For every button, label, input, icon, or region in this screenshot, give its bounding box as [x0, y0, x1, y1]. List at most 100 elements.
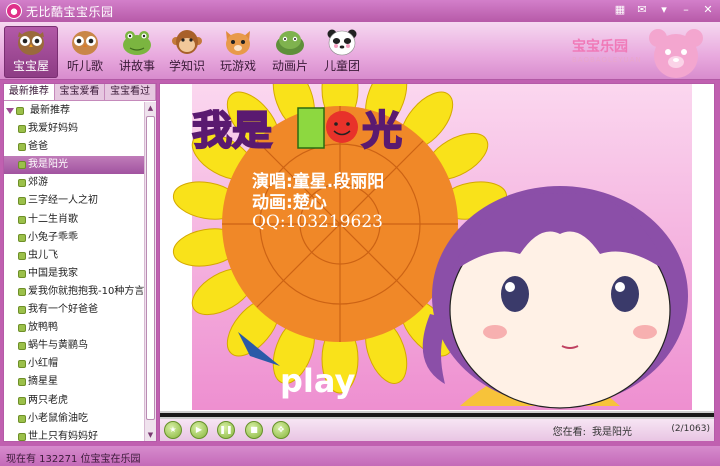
- song-icon: [18, 143, 26, 152]
- turtle-icon: [276, 31, 304, 55]
- nav-item-tinger[interactable]: 听儿歌: [58, 26, 112, 78]
- seek-progress: [160, 413, 714, 417]
- list-item[interactable]: 中国是我家: [4, 265, 144, 283]
- song-icon: [18, 342, 26, 351]
- panda-icon: [327, 29, 357, 56]
- list-item-label: 我是阳光: [28, 159, 68, 171]
- monkey-icon: [172, 30, 202, 54]
- list-group-header[interactable]: 最新推荐: [4, 102, 144, 120]
- list-item-label: 两只老虎: [28, 394, 68, 406]
- brand-subtext: BAOBAOLEYUAN: [572, 56, 642, 64]
- list-item[interactable]: 小老鼠偷油吃: [4, 410, 144, 428]
- window-controls: ▦ ✉ ▾ – ✕: [612, 2, 716, 18]
- seek-bar[interactable]: [160, 411, 714, 419]
- list-item-label: 最新推荐: [30, 105, 70, 116]
- app-logo-icon: [6, 3, 22, 19]
- play-icon[interactable]: ▶: [190, 421, 208, 439]
- list-item[interactable]: 爸爸: [4, 138, 144, 156]
- brand-logo: 宝宝乐园 BAOBAOLEYUAN: [564, 26, 714, 78]
- tab-kanguo[interactable]: 宝宝看过: [105, 84, 157, 100]
- nav-item-ertong[interactable]: 儿童团: [315, 26, 369, 78]
- video-title-b: 光: [362, 108, 402, 154]
- list-item-label: 世上只有妈妈好: [28, 430, 98, 441]
- song-icon: [18, 125, 26, 134]
- list-item[interactable]: 蜗牛与黄鹂鸟: [4, 337, 144, 355]
- list-item-label: 小兔子乖乖: [28, 231, 78, 243]
- qq-number: QQ:103219623: [252, 212, 383, 232]
- nav-item-zhishi[interactable]: 学知识: [160, 26, 214, 78]
- app-title: 无比酷宝宝乐园: [26, 5, 114, 19]
- song-list: 最新推荐我爱好妈妈爸爸我是阳光郊游三字经一人之初十二生肖歌小兔子乖乖虫儿飞中国是…: [4, 102, 144, 441]
- song-icon: [18, 396, 26, 405]
- pause-icon[interactable]: ❚❚: [217, 421, 235, 439]
- play-text[interactable]: play: [280, 362, 355, 400]
- list-item-label: 郊游: [28, 177, 48, 189]
- song-icon: [18, 432, 26, 441]
- list-item-label: 摘星星: [28, 376, 58, 388]
- list-item[interactable]: 小兔子乖乖: [4, 229, 144, 247]
- video-scene: 我是 光 演唱:童星.段丽阳 动画:楚心 QQ:103219623 play: [160, 84, 714, 410]
- list-item-label: 小老鼠偷油吃: [28, 412, 88, 424]
- song-icon: [18, 251, 26, 260]
- chat-icon[interactable]: ✉: [634, 2, 650, 18]
- song-icon: [18, 197, 26, 206]
- control-bar: ★ ▶ ❚❚ ■ ✥ 我是阳光 您在看: (2/1063): [160, 419, 714, 441]
- title-bar: 无比酷宝宝乐园 ▦ ✉ ▾ – ✕: [0, 0, 720, 22]
- list-item-label: 爸爸: [28, 141, 48, 153]
- video-frame[interactable]: 我是 光 演唱:童星.段丽阳 动画:楚心 QQ:103219623 play: [160, 84, 714, 410]
- song-icon: [18, 233, 26, 242]
- nav-item-youxi[interactable]: 玩游戏: [211, 26, 265, 78]
- list-item-label: 中国是我家: [28, 267, 78, 279]
- tab-zuixin[interactable]: 最新推荐: [4, 84, 55, 100]
- list-item[interactable]: 三字经一人之初: [4, 192, 144, 210]
- scroll-up-icon[interactable]: ▲: [146, 103, 155, 113]
- list-item[interactable]: 我爱好妈妈: [4, 120, 144, 138]
- minimize-icon[interactable]: –: [678, 2, 694, 18]
- scroll-thumb[interactable]: [146, 116, 155, 420]
- fullscreen-icon[interactable]: ✥: [272, 421, 290, 439]
- scrollbar[interactable]: ▲ ▼: [144, 102, 156, 441]
- list-item[interactable]: 郊游: [4, 174, 144, 192]
- list-item[interactable]: 十二生肖歌: [4, 211, 144, 229]
- bear-icon: [649, 29, 703, 78]
- nav-item-donghua[interactable]: 动画片: [263, 26, 317, 78]
- list-item[interactable]: 两只老虎: [4, 392, 144, 410]
- list-item-label: 爱我你就抱抱我-10种方言: [28, 285, 144, 297]
- now-playing-title: 我是阳光: [592, 427, 632, 438]
- list-item-label: 我有一个好爸爸: [28, 304, 98, 316]
- list-item[interactable]: 小红帽: [4, 355, 144, 373]
- song-icon: [18, 360, 26, 369]
- list-item-label: 小红帽: [28, 358, 58, 370]
- now-playing-count: (2/1063): [671, 424, 710, 434]
- now-playing-label: 您在看:: [552, 427, 586, 438]
- list-item[interactable]: 我是阳光: [4, 156, 144, 175]
- list-item[interactable]: 我有一个好爸爸: [4, 301, 144, 319]
- sidebar: 最新推荐 宝宝爱看 宝宝看过 最新推荐我爱好妈妈爸爸我是阳光郊游三字经一人之初十…: [3, 83, 157, 442]
- favorite-star-icon[interactable]: ★: [164, 421, 182, 439]
- grid-icon[interactable]: ▦: [612, 2, 628, 18]
- list-item[interactable]: 虫儿飞: [4, 247, 144, 265]
- stop-icon[interactable]: ■: [245, 421, 263, 439]
- list-item[interactable]: 爱我你就抱抱我-10种方言: [4, 283, 144, 301]
- nav-item-gushi[interactable]: 讲故事: [110, 26, 164, 78]
- song-icon: [18, 324, 26, 333]
- video-title-a: 我是: [192, 108, 272, 154]
- list-item[interactable]: 放鸭鸭: [4, 319, 144, 337]
- song-icon: [16, 107, 24, 115]
- tab-aikan[interactable]: 宝宝爱看: [55, 84, 106, 100]
- list-item[interactable]: 世上只有妈妈好: [4, 428, 144, 441]
- scroll-down-icon[interactable]: ▼: [146, 430, 155, 440]
- expand-triangle-icon[interactable]: [6, 108, 14, 114]
- list-item-label: 虫儿飞: [28, 249, 58, 261]
- status-bar: 现在有 132271 位宝宝在乐园: [0, 446, 720, 466]
- list-item-label: 三字经一人之初: [28, 195, 98, 207]
- song-icon: [18, 161, 26, 170]
- list-item[interactable]: 摘星星: [4, 373, 144, 391]
- song-icon: [18, 306, 26, 315]
- menu-icon[interactable]: ▾: [656, 2, 672, 18]
- close-icon[interactable]: ✕: [700, 2, 716, 18]
- song-icon: [18, 378, 26, 387]
- nav-item-baobaowu[interactable]: 宝宝屋: [4, 26, 58, 78]
- owl-icon: [18, 31, 44, 55]
- sun-face-icon: [326, 111, 358, 143]
